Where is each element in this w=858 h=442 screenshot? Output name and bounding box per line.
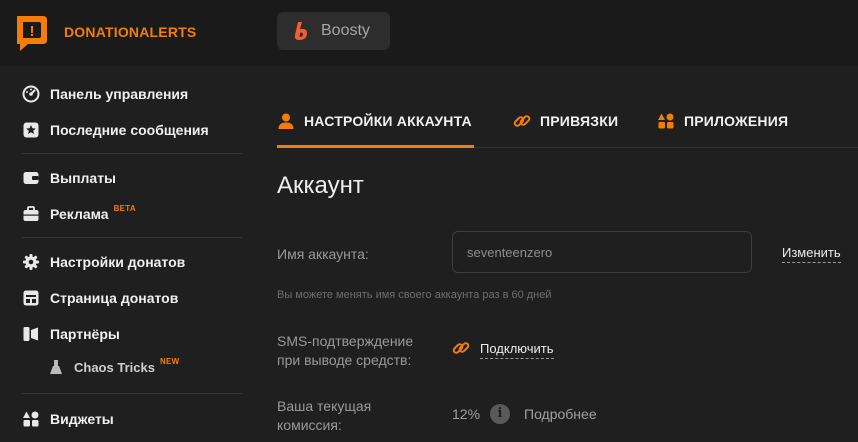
sidebar-item-chaos-tricks[interactable]: Chaos Tricks NEW	[48, 356, 180, 378]
briefcase-icon	[23, 206, 39, 221]
brand-name[interactable]: DONATIONALERTS	[64, 24, 196, 40]
account-name-label: Имя аккаунта:	[277, 246, 369, 262]
beta-badge: BETA	[113, 203, 136, 213]
tab-applications[interactable]: ПРИЛОЖЕНИЯ	[657, 112, 788, 130]
flask-icon	[50, 360, 62, 374]
sms-label-line-2: при выводе средств:	[277, 352, 412, 368]
user-icon	[278, 113, 294, 129]
tab-account-settings[interactable]: НАСТРОЙКИ АККАУНТА	[277, 112, 472, 130]
sidebar-item-label: Страница донатов	[50, 290, 179, 306]
sidebar-item-messages[interactable]: Последние сообщения	[22, 119, 209, 141]
name-change-hint: Вы можете менять имя своего аккаунта раз…	[277, 289, 552, 301]
change-name-button[interactable]: Изменить	[782, 245, 841, 263]
tab-label: НАСТРОЙКИ АККАУНТА	[304, 113, 472, 129]
fee-label: Ваша текущая комиссия:	[277, 397, 371, 435]
sidebar-divider	[22, 153, 242, 154]
sidebar-item-dashboard[interactable]: Панель управления	[22, 83, 188, 105]
sidebar-item-label: Chaos Tricks	[74, 359, 155, 375]
boosty-icon	[294, 22, 307, 40]
sidebar-item-donation-page[interactable]: Страница донатов	[22, 287, 178, 309]
top-bar: ! DONATIONALERTS Boosty	[0, 0, 858, 66]
sidebar-item-label: Реклама	[50, 206, 109, 222]
tab-label: ПРИВЯЗКИ	[540, 113, 619, 129]
gear-icon	[23, 254, 39, 270]
sidebar-item-label: Последние сообщения	[50, 122, 209, 138]
fee-value: 12%	[452, 406, 481, 422]
partners-icon	[23, 327, 38, 341]
active-tab-indicator	[277, 145, 474, 148]
tab-bindings[interactable]: ПРИВЯЗКИ	[513, 112, 618, 130]
sidebar-divider	[22, 393, 242, 394]
logo-glyph: !	[30, 23, 35, 40]
new-badge: NEW	[159, 356, 180, 366]
sidebar-divider	[22, 237, 242, 238]
wallet-icon	[23, 172, 39, 184]
sidebar-item-label: Партнёры	[50, 326, 120, 342]
sidebar-item-label: Виджеты	[50, 411, 114, 427]
sidebar-item-donation-settings[interactable]: Настройки донатов	[22, 251, 185, 273]
sidebar-item-label: Панель управления	[50, 86, 189, 102]
donationalerts-logo-icon[interactable]: !	[14, 13, 50, 53]
sidebar-item-payouts[interactable]: Выплаты	[22, 167, 116, 189]
section-title: Аккаунт	[277, 172, 364, 199]
connect-sms-button[interactable]: Подключить	[480, 341, 554, 359]
link-icon	[513, 115, 531, 127]
sidebar-item-widgets[interactable]: Виджеты	[22, 408, 114, 430]
info-icon[interactable]: i	[490, 404, 510, 424]
sidebar-item-label: Настройки донатов	[50, 254, 186, 270]
boosty-label: Boosty	[321, 22, 370, 39]
dashboard-icon	[22, 85, 40, 103]
page-icon	[23, 290, 39, 306]
tab-label: ПРИЛОЖЕНИЯ	[684, 113, 789, 129]
apps-icon	[658, 113, 674, 129]
chain-link-icon	[452, 342, 470, 354]
fee-label-line-2: комиссия:	[277, 417, 342, 433]
sms-confirmation-label: SMS-подтверждение при выводе средств:	[277, 332, 413, 370]
star-message-icon	[23, 122, 39, 138]
sidebar-item-label: Выплаты	[50, 170, 117, 186]
account-name-input[interactable]	[452, 231, 752, 273]
fee-details-link[interactable]: Подробнее	[524, 406, 597, 422]
boosty-button[interactable]: Boosty	[277, 12, 390, 50]
sidebar-item-partners[interactable]: Партнёры	[22, 323, 120, 345]
sms-label-line-1: SMS-подтверждение	[277, 333, 414, 349]
fee-label-line-1: Ваша текущая	[277, 398, 372, 414]
sidebar-item-ads[interactable]: Реклама BETA	[22, 203, 136, 225]
widgets-icon	[23, 411, 39, 427]
